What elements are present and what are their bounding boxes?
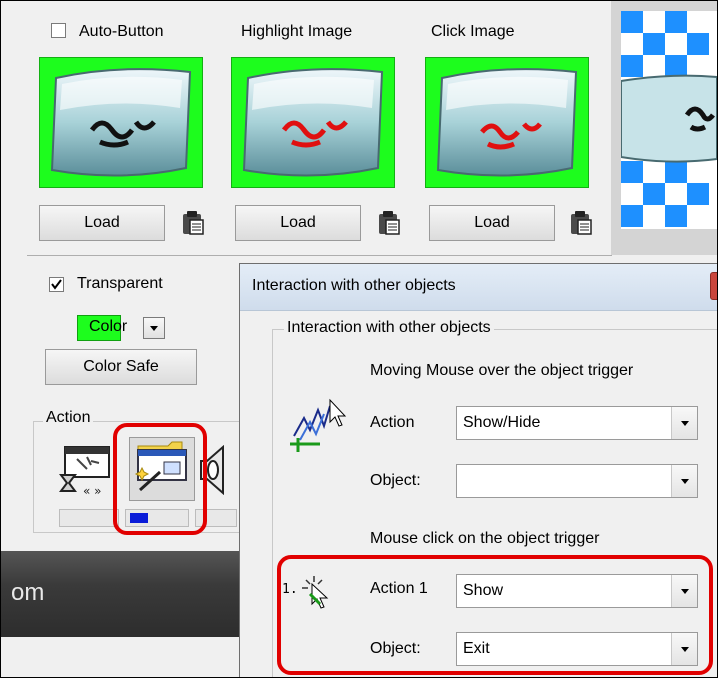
hover-object-select[interactable] bbox=[456, 464, 698, 498]
click-trigger-heading: Mouse click on the object trigger bbox=[370, 530, 600, 547]
chevron-down-icon[interactable] bbox=[671, 407, 697, 439]
interaction-group-label: Interaction with other objects bbox=[284, 319, 494, 337]
color-picker-combo[interactable]: Color bbox=[49, 315, 165, 341]
hover-action-value: Show/Hide bbox=[463, 414, 541, 431]
dialog-title-bar[interactable]: Interaction with other objects bbox=[240, 264, 717, 311]
mouse-over-trigger-icon bbox=[286, 396, 348, 458]
dialog-title: Interaction with other objects bbox=[252, 277, 456, 294]
action-group-label: Action bbox=[43, 409, 94, 427]
load-highlight-button[interactable]: Load bbox=[235, 205, 361, 241]
hover-action-label: Action bbox=[370, 414, 415, 431]
color-safe-button[interactable]: Color Safe bbox=[45, 349, 197, 385]
transparent-label: Transparent bbox=[77, 275, 163, 292]
transparent-checkbox[interactable] bbox=[49, 277, 64, 292]
preview-panel bbox=[611, 1, 717, 255]
click-image-label: Click Image bbox=[431, 23, 515, 40]
load-normal-button[interactable]: Load bbox=[39, 205, 165, 241]
background-window-text: om bbox=[11, 579, 45, 606]
clipboard-paste-icon[interactable] bbox=[377, 210, 401, 236]
highlight-ring-action-icon bbox=[113, 423, 207, 535]
background-window-bottom bbox=[1, 637, 241, 677]
clipboard-paste-icon[interactable] bbox=[569, 210, 593, 236]
highlight-image-label: Highlight Image bbox=[241, 23, 353, 40]
auto-button-label: Auto-Button bbox=[79, 23, 164, 40]
click-image-thumbnail[interactable] bbox=[425, 57, 589, 188]
screenshot-frame: Auto-Button Highlight Image Click Image bbox=[0, 0, 718, 678]
action-slot-1[interactable] bbox=[59, 509, 119, 527]
hourglass-window-icon[interactable]: « » bbox=[57, 441, 113, 499]
highlight-image-thumbnail[interactable] bbox=[231, 57, 395, 188]
hover-object-label: Object: bbox=[370, 472, 421, 489]
svg-text:« »: « » bbox=[83, 484, 102, 498]
color-label: Color bbox=[89, 318, 128, 335]
normal-image-thumbnail[interactable] bbox=[39, 57, 203, 188]
color-dropdown-arrow-icon[interactable] bbox=[143, 317, 165, 339]
hover-action-select[interactable]: Show/Hide bbox=[456, 406, 698, 440]
hover-trigger-heading: Moving Mouse over the object trigger bbox=[370, 362, 634, 379]
clipboard-paste-icon[interactable] bbox=[181, 210, 205, 236]
close-icon[interactable] bbox=[710, 272, 717, 300]
load-click-button[interactable]: Load bbox=[429, 205, 555, 241]
chevron-down-icon[interactable] bbox=[671, 465, 697, 497]
auto-button-checkbox[interactable] bbox=[51, 23, 66, 38]
images-panel: Auto-Button Highlight Image Click Image bbox=[27, 1, 612, 256]
highlight-ring-click-trigger bbox=[277, 555, 713, 675]
transparency-preview bbox=[621, 11, 717, 229]
